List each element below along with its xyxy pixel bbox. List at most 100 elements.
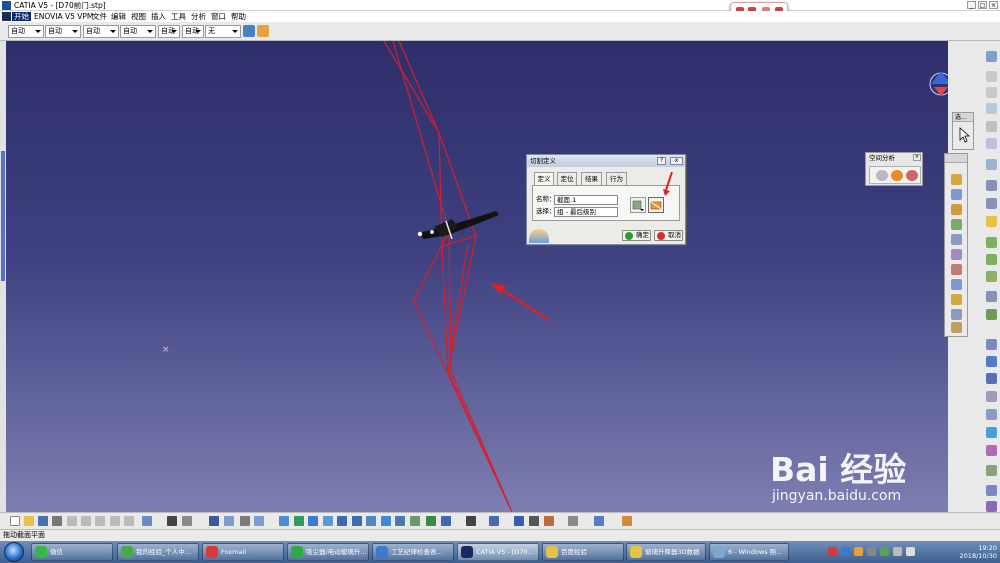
tool-icon[interactable] [986, 501, 997, 512]
taskbar-item[interactable]: 吸尘器/电动玻璃升... [287, 543, 369, 561]
tool-icon[interactable] [951, 279, 962, 290]
tool-icon[interactable] [986, 271, 997, 282]
tool-icon[interactable] [951, 294, 962, 305]
save-icon[interactable] [38, 516, 48, 526]
tool-icon[interactable] [986, 121, 997, 132]
taskbar-item[interactable]: 微信 [31, 543, 113, 561]
tool-icon[interactable] [986, 391, 997, 402]
tab-result[interactable]: 结果 [581, 172, 602, 185]
zoom-out-icon[interactable] [352, 516, 362, 526]
tool-icon[interactable] [254, 516, 264, 526]
menu-insert[interactable]: 插入 [151, 11, 166, 22]
menu-help[interactable]: 帮助 [231, 11, 246, 22]
formula-icon[interactable] [167, 516, 177, 526]
tool-icon[interactable] [986, 138, 997, 149]
taskbar-item[interactable]: CATIA V5 - [D70... [457, 543, 539, 561]
tool-icon[interactable] [986, 485, 997, 496]
menu-tools[interactable]: 工具 [171, 11, 186, 22]
tool-icon[interactable] [529, 516, 539, 526]
tool-icon[interactable] [544, 516, 554, 526]
iso-view-icon[interactable] [395, 516, 405, 526]
line-type-combo[interactable]: 自动 [120, 25, 156, 38]
tool-icon[interactable] [951, 249, 962, 260]
cut-icon[interactable] [67, 516, 77, 526]
print-icon[interactable] [52, 516, 62, 526]
tab-definition[interactable]: 定义 [534, 172, 554, 186]
open-icon[interactable] [24, 516, 34, 526]
shading-icon[interactable] [410, 516, 420, 526]
tray-icon[interactable] [854, 547, 863, 556]
tool-icon[interactable] [986, 309, 997, 320]
tool-icon[interactable] [951, 174, 962, 185]
tool-icon[interactable] [986, 159, 997, 170]
tool-icon[interactable] [951, 309, 962, 320]
transparency-combo[interactable]: 自动 [45, 25, 81, 38]
fit-all-icon[interactable] [294, 516, 304, 526]
windows-start-button[interactable] [4, 542, 24, 562]
tool-icon[interactable] [594, 516, 604, 526]
point-type-combo[interactable]: 自动 [158, 25, 180, 38]
tray-icon[interactable] [880, 547, 889, 556]
3d-viewport[interactable]: × x [6, 41, 948, 512]
taskbar-item[interactable]: 工艺纪律检查表... [372, 543, 454, 561]
copy-icon[interactable] [81, 516, 91, 526]
select-arrow-icon[interactable] [958, 127, 971, 143]
name-field[interactable]: 截面.1 [554, 195, 618, 205]
normal-view-icon[interactable] [366, 516, 376, 526]
tool-icon[interactable] [514, 516, 524, 526]
menu-edit[interactable]: 编辑 [111, 11, 126, 22]
distance-icon[interactable] [906, 170, 918, 181]
tool-icon[interactable] [986, 465, 997, 476]
tool-icon[interactable] [986, 198, 997, 209]
paste-icon[interactable] [95, 516, 105, 526]
tool-icon[interactable] [986, 427, 997, 438]
tool-icon[interactable] [951, 189, 962, 200]
brush-icon[interactable] [257, 25, 269, 37]
maximize-button[interactable]: □ [978, 1, 987, 9]
taskbar-item[interactable]: Foxmail [202, 543, 284, 561]
line-thickness-combo[interactable]: 自动 [83, 25, 119, 38]
whats-this-icon[interactable] [142, 516, 152, 526]
section-plane-icon[interactable] [630, 197, 646, 213]
tool-icon[interactable] [986, 339, 997, 350]
taskbar-item[interactable]: 我的经验_个人中... [117, 543, 199, 561]
multi-view-icon[interactable] [381, 516, 391, 526]
menu-view[interactable]: 视图 [131, 11, 146, 22]
tool-icon[interactable] [951, 322, 962, 333]
pan-icon[interactable] [308, 516, 318, 526]
camera-icon[interactable] [466, 516, 476, 526]
tool-icon[interactable] [224, 516, 234, 526]
rotate-icon[interactable] [323, 516, 333, 526]
taskbar-item[interactable]: 玻璃升降器3D数据 [626, 543, 706, 561]
network-icon[interactable] [893, 547, 902, 556]
tool-icon[interactable] [986, 216, 997, 227]
render-style-combo[interactable]: 自动 [182, 25, 204, 38]
tool-icon[interactable] [986, 291, 997, 302]
tab-behavior[interactable]: 行为 [606, 172, 627, 185]
fly-mode-icon[interactable] [279, 516, 289, 526]
tool-icon[interactable] [240, 516, 250, 526]
help-button[interactable]: ? [657, 157, 666, 165]
close-window-button[interactable]: × [989, 1, 998, 9]
menu-window[interactable]: 窗口 [211, 11, 226, 22]
tool-icon[interactable] [951, 264, 962, 275]
section-box-icon[interactable] [648, 197, 664, 213]
swap-visible-icon[interactable] [441, 516, 451, 526]
comment-icon[interactable] [182, 516, 192, 526]
redo-icon[interactable] [124, 516, 134, 526]
tool-icon[interactable] [951, 219, 962, 230]
color-combo[interactable]: 自动 [8, 25, 44, 38]
tray-icon[interactable] [841, 547, 850, 556]
menu-start[interactable]: 开始 [12, 12, 31, 21]
tool-icon[interactable] [986, 445, 997, 456]
taskbar-item[interactable]: 百度经验 [542, 543, 624, 561]
painter-icon[interactable] [243, 25, 255, 37]
tool-icon[interactable] [986, 373, 997, 384]
tool-icon[interactable] [951, 204, 962, 215]
undo-icon[interactable] [110, 516, 120, 526]
tool-icon[interactable] [986, 237, 997, 248]
close-icon[interactable]: × [913, 154, 921, 161]
clash-icon[interactable] [876, 170, 888, 181]
tool-icon[interactable] [986, 356, 997, 367]
cancel-button[interactable]: 取消 [654, 230, 683, 241]
